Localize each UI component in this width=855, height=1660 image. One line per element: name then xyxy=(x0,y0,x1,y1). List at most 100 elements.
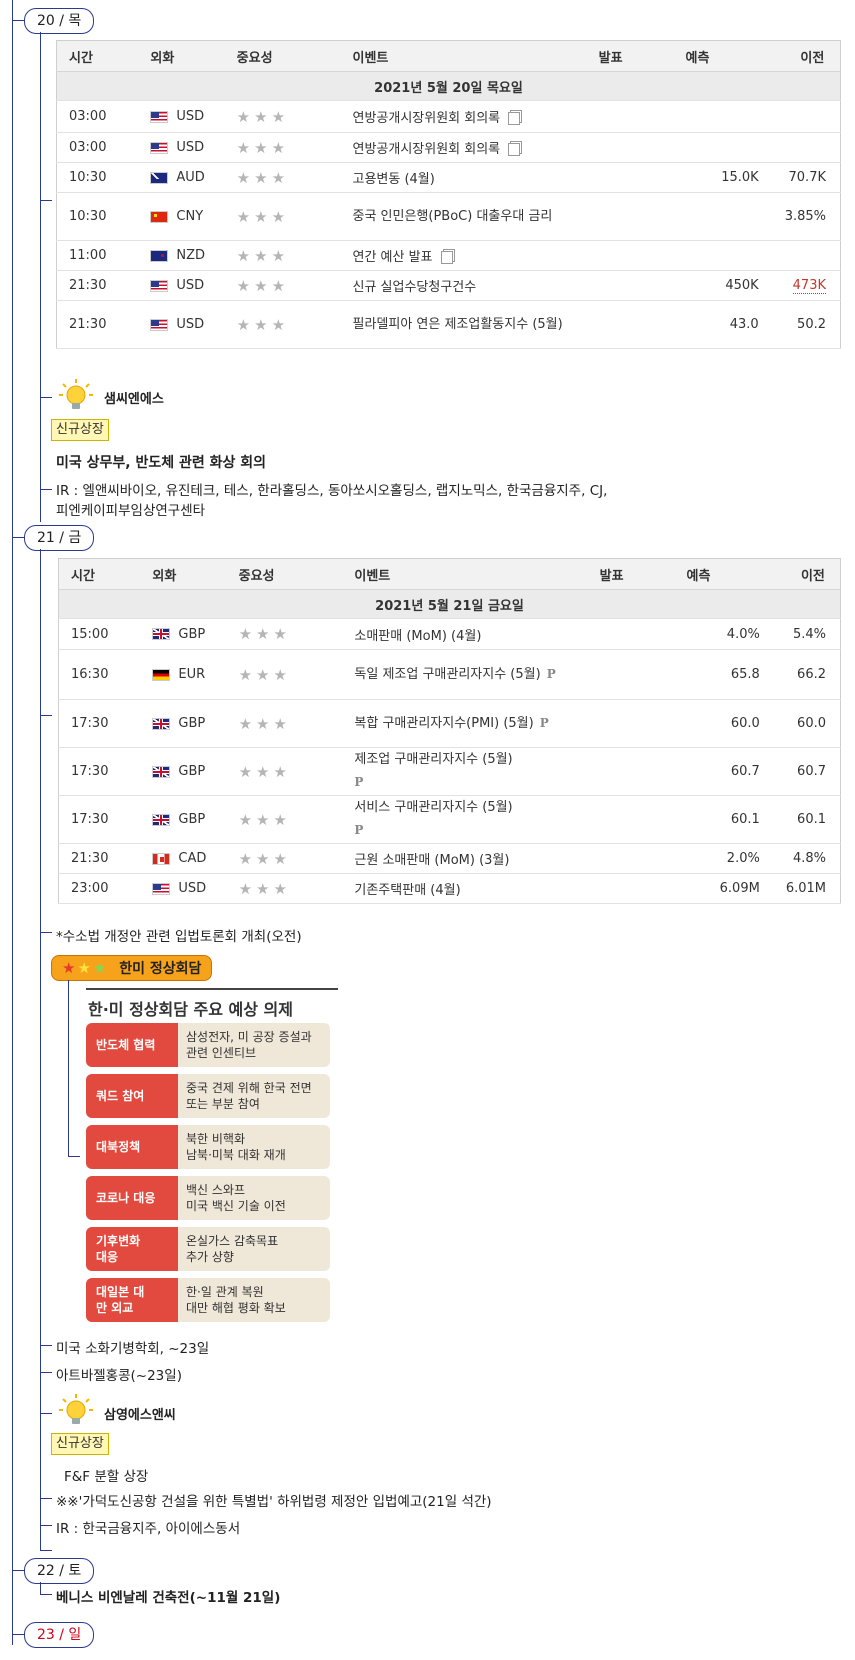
table-row[interactable]: 21:30 USD ★★★ 필라델피아 연은 제조업활동지수 (5월) 43.0… xyxy=(56,300,841,349)
date-row: 2021년 5월 20일 목요일 xyxy=(56,71,841,101)
col-previous: 이전 xyxy=(772,40,841,72)
lightbulb-icon xyxy=(59,379,93,409)
summit-label: 한미 정상회담 xyxy=(119,961,202,977)
sub-branch xyxy=(68,980,69,1156)
cell-event: 제조업 구매관리자지수 (5월) P xyxy=(342,747,588,796)
table-row[interactable]: 16:30 EUR ★★★ 독일 제조업 구매관리자지수 (5월) P 65.8 … xyxy=(58,649,841,700)
table-row[interactable]: 11:00 NZD ★★★ 연간 예산 발표 xyxy=(56,240,841,271)
cell-previous: 5.4% xyxy=(773,618,841,650)
cell-forecast: 15.0K xyxy=(673,162,773,193)
table-row[interactable]: 21:30 CAD ★★★ 근원 소매판매 (MoM) (3월) 2.0% 4.… xyxy=(58,843,841,874)
table-row[interactable]: 10:30 AUD ★★★ 고용변동 (4월) 15.0K 70.7K xyxy=(56,162,841,193)
table-row[interactable]: 17:30 GBP ★★★ 제조업 구매관리자지수 (5월) P 60.7 60.… xyxy=(58,747,841,796)
table-row[interactable]: 17:30 GBP ★★★ 복합 구매관리자지수(PMI) (5월) P 60.0… xyxy=(58,699,841,748)
cell-previous: 60.1 xyxy=(773,795,841,844)
cell-time: 11:00 xyxy=(56,240,139,271)
cell-currency: GBP xyxy=(140,699,227,748)
cell-actual xyxy=(587,843,675,874)
star-rating-icon: ★★★ xyxy=(238,849,291,868)
cell-forecast: 4.0% xyxy=(674,618,774,650)
table-row[interactable]: 10:30 CNY ★★★ 중국 인민은행(PBoC) 대출우대 금리 3.85… xyxy=(56,192,841,241)
star-rating-icon: ★★★ xyxy=(236,138,290,157)
cell-forecast: 60.0 xyxy=(674,699,774,748)
document-icon[interactable] xyxy=(508,143,521,156)
cell-forecast: 65.8 xyxy=(674,649,774,700)
table-row[interactable]: 15:00 GBP ★★★ 소매판매 (MoM) (4월) 4.0% 5.4% xyxy=(58,618,841,650)
document-icon[interactable] xyxy=(508,112,521,125)
cell-currency: NZD xyxy=(138,240,225,271)
cell-currency: GBP xyxy=(140,618,227,650)
cell-event: 중국 인민은행(PBoC) 대출우대 금리 xyxy=(340,192,587,241)
cell-actual xyxy=(586,132,674,163)
agenda-item: 쿼드 참여 중국 견제 위해 한국 전면 또는 부분 참여 xyxy=(86,1074,330,1118)
us-flag-icon xyxy=(150,318,169,331)
cell-time: 23:00 xyxy=(58,873,141,904)
star-rating-icon: ★★★ xyxy=(238,879,291,898)
cell-importance: ★★★ xyxy=(224,300,341,349)
event-note: 미국 소화기병학회, ~23일 xyxy=(56,1341,210,1357)
cell-event: 복합 구매관리자지수(PMI) (5월) P xyxy=(342,699,588,748)
preliminary-icon: P xyxy=(354,775,364,789)
cell-importance: ★★★ xyxy=(226,699,343,748)
cell-time: 03:00 xyxy=(56,100,139,133)
cell-previous: 66.2 xyxy=(773,649,841,700)
branch-tick xyxy=(40,1345,52,1346)
cell-previous: 473K xyxy=(772,270,841,301)
cell-previous xyxy=(772,240,841,271)
cell-importance: ★★★ xyxy=(226,747,343,796)
cell-importance: ★★★ xyxy=(224,240,341,271)
cell-previous xyxy=(772,132,841,163)
cell-importance: ★★★ xyxy=(226,649,343,700)
star-rating-icon: ★★★ xyxy=(238,665,291,684)
event-note: ※※'가덕도신공항 건설을 위한 특별법' 하위법령 제정안 입법예고(21일 … xyxy=(56,1494,492,1510)
ir-list: IR : 한국금융지주, 아이에스동서 xyxy=(56,1521,241,1537)
preliminary-icon: P xyxy=(546,667,556,681)
cell-event: 소매판매 (MoM) (4월) xyxy=(342,618,588,650)
day-tag-22[interactable]: 22 / 토 xyxy=(24,1558,95,1584)
cell-time: 21:30 xyxy=(56,270,139,301)
timeline-tick xyxy=(12,537,24,538)
cell-actual xyxy=(587,747,675,796)
ir-list-cont: 피엔케이피부임상연구센타 xyxy=(56,503,206,519)
cell-event: 연방공개시장위원회 회의록 xyxy=(340,100,587,133)
col-time: 시간 xyxy=(56,40,139,72)
col-currency: 외화 xyxy=(140,558,227,590)
document-icon[interactable] xyxy=(440,251,453,264)
cell-currency: EUR xyxy=(140,649,227,700)
day-tag-21[interactable]: 21 / 금 xyxy=(24,525,95,551)
table-row[interactable]: 17:30 GBP ★★★ 서비스 구매관리자지수 (5월) P 60.1 60.… xyxy=(58,795,841,844)
table-row[interactable]: 23:00 USD ★★★ 기존주택판매 (4월) 6.09M 6.01M xyxy=(58,873,841,904)
lightbulb-icon xyxy=(59,1394,93,1424)
branch-tick xyxy=(40,1498,52,1499)
star-rating-icon: ★★★ xyxy=(236,246,290,265)
ca-flag-icon xyxy=(152,852,171,865)
col-importance: 중요성 xyxy=(226,558,343,590)
cell-actual xyxy=(587,649,675,700)
agenda-item: 반도체 협력 삼성전자, 미 공장 증설과 관련 인센티브 xyxy=(86,1023,330,1067)
cell-importance: ★★★ xyxy=(224,270,341,301)
cell-forecast xyxy=(673,192,773,241)
star-rating-icon: ★★★ xyxy=(238,714,291,733)
cell-importance: ★★★ xyxy=(226,873,343,904)
table-row[interactable]: 03:00 USD ★★★ 연방공개시장위원회 회의록 xyxy=(56,132,841,163)
col-event: 이벤트 xyxy=(342,558,588,590)
cell-actual xyxy=(587,699,675,748)
star-rating-icon: ★★★ xyxy=(236,276,290,295)
ir-list: IR : 엘앤씨바이오, 유진테크, 테스, 한라홀딩스, 동아쏘시오홀딩스, … xyxy=(56,483,608,499)
event-note: 베니스 비엔날레 건축전(~11월 21일) xyxy=(56,1590,281,1606)
cell-forecast: 60.7 xyxy=(674,747,774,796)
col-actual: 발표 xyxy=(586,40,674,72)
agenda-item: 코로나 대응 백신 스와프 미국 백신 기술 이전 xyxy=(86,1176,330,1220)
table-row[interactable]: 21:30 USD ★★★ 신규 실업수당청구건수 450K 473K xyxy=(56,270,841,301)
yellow-star-icon: ★ xyxy=(77,959,91,977)
day-tag-20[interactable]: 20 / 목 xyxy=(24,8,95,34)
table-row[interactable]: 03:00 USD ★★★ 연방공개시장위원회 회의록 xyxy=(56,100,841,133)
de-flag-icon xyxy=(152,668,171,681)
branch-tick xyxy=(40,1550,52,1551)
cell-event: 고용변동 (4월) xyxy=(340,162,587,193)
day-tag-23[interactable]: 23 / 일 xyxy=(24,1622,95,1648)
us-flag-icon xyxy=(150,141,169,154)
col-time: 시간 xyxy=(58,558,141,590)
cell-importance: ★★★ xyxy=(224,100,341,133)
cell-actual xyxy=(586,270,674,301)
